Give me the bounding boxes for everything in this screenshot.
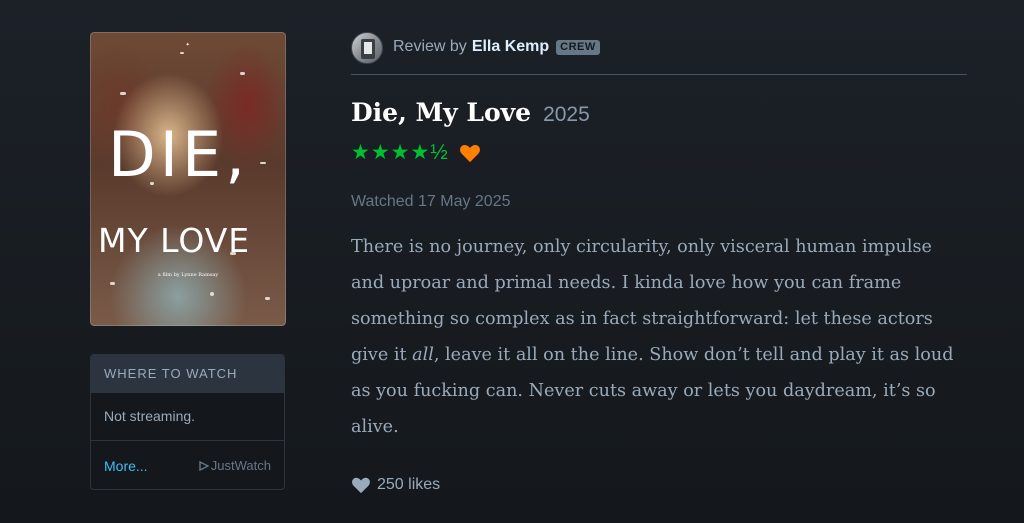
review-text-part2: , leave it all on the line. Show don’t t… — [351, 345, 954, 437]
reviewer-avatar[interactable] — [351, 32, 383, 64]
star-rating: ★★★★½ — [351, 141, 449, 164]
film-title-line: Die, My Love 2025 — [351, 98, 590, 127]
reviewer-name[interactable]: Ella Kemp — [472, 38, 549, 56]
poster-title-line1: DIE, — [108, 118, 249, 191]
liked-heart-icon — [459, 143, 481, 163]
likes-count[interactable]: 250 likes — [351, 476, 440, 494]
watched-date: Watched 17 May 2025 — [351, 193, 511, 210]
more-link[interactable]: More... — [104, 458, 148, 474]
justwatch-label: JustWatch — [210, 458, 271, 473]
review-header: Review by Ella Kemp CREW — [351, 32, 967, 75]
review-body: There is no journey, only circularity, o… — [351, 229, 967, 445]
where-to-watch-heading: WHERE TO WATCH — [91, 355, 284, 393]
rating-line: ★★★★½ — [351, 141, 481, 165]
justwatch-play-icon — [199, 460, 209, 471]
review-by-prefix: Review by — [393, 38, 467, 55]
review-text-emphasis: all — [412, 345, 434, 365]
heart-icon — [352, 477, 370, 494]
poster-festival-laurel: ✦ — [185, 42, 191, 48]
where-to-watch-footer: More... JustWatch — [91, 441, 284, 490]
film-poster[interactable]: ✦ DIE, MY LOVE a film by Lynne Ramsay — [90, 32, 286, 326]
streaming-status: Not streaming. — [91, 393, 284, 441]
likes-label: 250 likes — [377, 476, 441, 493]
film-year[interactable]: 2025 — [543, 103, 590, 127]
film-title[interactable]: Die, My Love — [351, 98, 531, 127]
justwatch-link[interactable]: JustWatch — [199, 458, 271, 473]
review-byline: Review by Ella Kemp CREW — [393, 38, 600, 56]
crew-badge: CREW — [556, 39, 600, 55]
poster-credit: a film by Lynne Ramsay — [157, 272, 219, 278]
poster-title-line2: MY LOVE — [98, 221, 251, 260]
where-to-watch-panel: WHERE TO WATCH Not streaming. More... Ju… — [90, 354, 285, 490]
